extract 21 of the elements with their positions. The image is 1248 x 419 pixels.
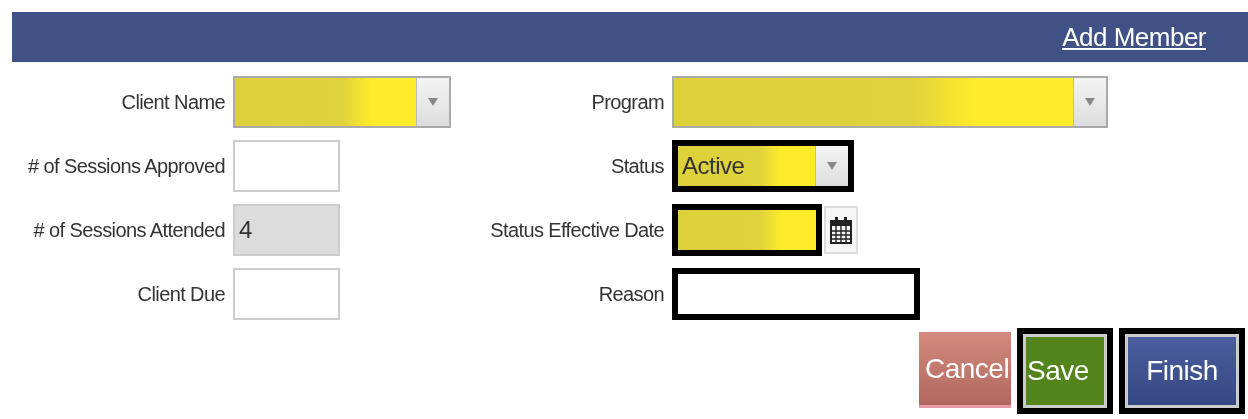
caret-icon bbox=[428, 98, 438, 106]
field-label: Client Name bbox=[120, 90, 225, 114]
calendar-button[interactable] bbox=[824, 206, 858, 254]
dropdown[interactable]: Active bbox=[672, 140, 854, 192]
calendar-icon bbox=[830, 215, 852, 245]
field-label: # of Sessions Attended bbox=[32, 218, 225, 242]
finish-button[interactable]: Finish bbox=[1119, 328, 1245, 414]
field-label: Program bbox=[590, 90, 664, 114]
add-member-link[interactable]: Add Member bbox=[1062, 21, 1206, 53]
field-label: Status Effective Date bbox=[489, 218, 664, 242]
field-label: Reason bbox=[597, 282, 664, 306]
field-label: Status bbox=[609, 154, 664, 178]
dropdown[interactable] bbox=[233, 76, 451, 128]
field-label: Client Due bbox=[136, 282, 225, 306]
save-button[interactable]: Save bbox=[1017, 328, 1113, 414]
dropdown[interactable] bbox=[672, 76, 1108, 128]
caret-icon bbox=[1085, 98, 1095, 106]
date-field[interactable] bbox=[672, 204, 822, 256]
caret-icon bbox=[827, 162, 837, 170]
field-label: # of Sessions Approved bbox=[27, 154, 225, 178]
text-field[interactable] bbox=[672, 268, 920, 320]
